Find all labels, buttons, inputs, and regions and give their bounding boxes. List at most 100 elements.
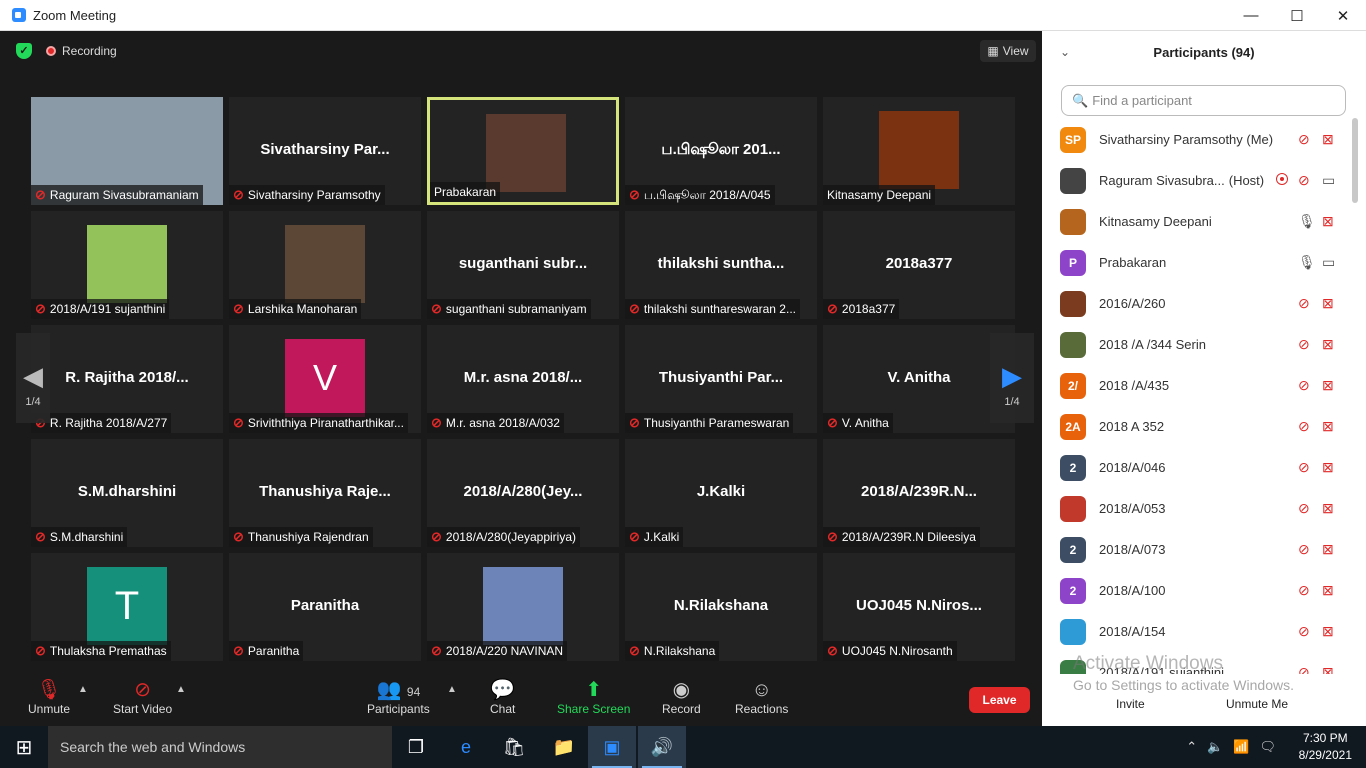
participant-name-label: ⊘ Larshika Manoharan: [229, 299, 362, 319]
video-tile[interactable]: ⊘ 2018/A/191 sujanthini: [31, 211, 223, 319]
store-icon[interactable]: 🛍: [490, 726, 538, 768]
participants-label: Participants: [367, 702, 430, 716]
video-options-caret-icon[interactable]: ▲: [176, 684, 186, 695]
participant-name-label: ⊘R. Rajitha 2018/A/277: [31, 413, 172, 433]
activate-windows-watermark: Activate Windows: [1073, 653, 1223, 674]
mic-muted-icon: ⊘: [1298, 418, 1310, 434]
video-tile[interactable]: R. Rajitha 2018/... ⊘R. Rajitha 2018/A/27…: [31, 325, 223, 433]
video-tile[interactable]: Sivatharsiny Par... ⊘ Sivatharsiny Paramso…: [229, 97, 421, 205]
view-button[interactable]: ▦ View: [980, 40, 1036, 62]
video-tile[interactable]: 2018/A/280(Jey... ⊘ 2018/A/280(Jeyappiriya…: [427, 439, 619, 547]
next-page-button[interactable]: ▶ 1/4: [990, 333, 1034, 423]
invite-button[interactable]: Invite: [1116, 697, 1145, 711]
edge-browser-icon[interactable]: e: [442, 726, 490, 768]
participant-row[interactable]: 2 2018/A/100 ⊘ ⊠: [1042, 570, 1366, 611]
speaker-app-icon[interactable]: 🔊: [638, 726, 686, 768]
video-tile[interactable]: N.Rilakshana ⊘ N.Rilakshana: [625, 553, 817, 661]
participant-row[interactable]: 2 2018/A/046 ⊘ ⊠: [1042, 447, 1366, 488]
unmute-button[interactable]: 🎙 Unmute: [28, 678, 70, 716]
video-tile[interactable]: Paranitha ⊘ Paranitha: [229, 553, 421, 661]
participant-row[interactable]: 2016/A/260 ⊘ ⊠: [1042, 283, 1366, 324]
participant-row[interactable]: 2018/A/053 ⊘ ⊠: [1042, 488, 1366, 529]
mic-muted-icon: ⊘: [1298, 582, 1310, 598]
video-tile[interactable]: Kitnasamy Deepani: [823, 97, 1015, 205]
participant-name-label: ⊘ UOJ045 N.Nirosanth: [823, 641, 957, 661]
audio-options-caret-icon[interactable]: ▲: [78, 684, 88, 695]
participant-row[interactable]: P Prabakaran 🎙 ▭: [1042, 242, 1366, 283]
video-tile[interactable]: Thanushiya Raje... ⊘ Thanushiya Rajendran: [229, 439, 421, 547]
leave-button[interactable]: Leave: [969, 687, 1030, 713]
windows-start-icon[interactable]: ⊞: [0, 726, 48, 768]
reactions-icon: ☺: [751, 679, 772, 701]
mic-muted-icon: ⊘: [1298, 172, 1310, 188]
mic-muted-icon: ⊘: [629, 415, 640, 430]
mic-muted-icon: ⊘: [629, 301, 640, 316]
participant-avatar: 2: [1060, 454, 1086, 481]
notifications-icon[interactable]: 🗨: [1259, 739, 1276, 755]
participant-row[interactable]: Raguram Sivasubra... (Host) ⊘ ▭: [1042, 160, 1366, 201]
participant-row[interactable]: 2018/A/154 ⊘ ⊠: [1042, 611, 1366, 652]
volume-icon[interactable]: 🔈: [1207, 739, 1223, 755]
participant-avatar: V: [285, 339, 365, 417]
find-participant-input[interactable]: 🔍 Find a participant: [1061, 85, 1346, 116]
maximize-button[interactable]: ☐: [1274, 0, 1320, 31]
video-tile[interactable]: J.Kalki ⊘ J.Kalki: [625, 439, 817, 547]
participants-button[interactable]: 👥 94 Participants: [367, 678, 430, 716]
share-screen-button[interactable]: ⬆ Share Screen: [557, 678, 630, 716]
participants-options-caret-icon[interactable]: ▲: [447, 684, 457, 695]
arrow-left-icon: ◀: [23, 361, 43, 391]
video-tile[interactable]: ப.பிஷூலா 201... ⊘ ப.பிஷூலா 2018/A/045: [625, 97, 817, 205]
panel-scrollbar[interactable]: [1352, 118, 1358, 203]
recording-dot-icon: [46, 46, 56, 56]
taskbar-clock[interactable]: 7:30 PM 8/29/2021: [1299, 730, 1352, 764]
minimize-button[interactable]: —: [1228, 0, 1274, 31]
participant-name-label: ⊘ ப.பிஷூலா 2018/A/045: [625, 185, 775, 205]
reactions-button[interactable]: ☺ Reactions: [735, 678, 788, 716]
video-tile[interactable]: thilakshi suntha... ⊘ thilakshi suntharesw…: [625, 211, 817, 319]
task-view-icon[interactable]: ❐: [392, 726, 440, 768]
unmute-me-button[interactable]: Unmute Me: [1226, 697, 1288, 711]
participant-row[interactable]: 2/2018 /A/435 ⊘ ⊠: [1042, 365, 1366, 406]
participant-row[interactable]: 2 2018/A/073 ⊘ ⊠: [1042, 529, 1366, 570]
participant-display-name: M.r. asna 2018/...: [463, 369, 583, 386]
video-tile[interactable]: 2018a377 ⊘ 2018a377: [823, 211, 1015, 319]
video-tile[interactable]: V ⊘ Sriviththiya Piranatharthikar...: [229, 325, 421, 433]
video-tile[interactable]: suganthani subr... ⊘ suganthani subramaniy…: [427, 211, 619, 319]
video-tile[interactable]: S.M.dharshini ⊘ S.M.dharshini: [31, 439, 223, 547]
video-tile[interactable]: Prabakaran: [427, 97, 619, 205]
participant-row[interactable]: 2A 2018 A 352 ⊘ ⊠: [1042, 406, 1366, 447]
participant-name-label: ⊘ suganthani subramaniyam: [427, 299, 591, 319]
previous-page-button[interactable]: ◀ 1/4: [16, 333, 50, 423]
search-placeholder: Find a participant: [1092, 93, 1192, 108]
video-tile[interactable]: UOJ045 N.Niros... ⊘ UOJ045 N.Nirosanth: [823, 553, 1015, 661]
video-tile[interactable]: T ⊘ Thulaksha Premathas: [31, 553, 223, 661]
participant-row[interactable]: 2018 /A /344 Serin ⊘ ⊠: [1042, 324, 1366, 365]
start-video-button[interactable]: ⊘ Start Video: [113, 678, 172, 716]
video-tile[interactable]: 2018/A/239R.N... ⊘ 2018/A/239R.N Dileesiya: [823, 439, 1015, 547]
shield-icon[interactable]: ✓: [16, 43, 32, 59]
file-explorer-icon[interactable]: 📁: [540, 726, 588, 768]
video-tile[interactable]: M.r. asna 2018/... ⊘ M.r. asna 2018/A/032: [427, 325, 619, 433]
video-tile[interactable]: V. Anitha ⊘ V. Anitha: [823, 325, 1015, 433]
video-tile[interactable]: ⊘ 2018/A/220 NAVINAN: [427, 553, 619, 661]
show-hidden-icons-icon[interactable]: ⌃: [1186, 739, 1197, 755]
network-icon[interactable]: 📶: [1233, 739, 1249, 755]
chat-button[interactable]: 💬 Chat: [490, 678, 515, 716]
video-tile[interactable]: ⊘ Raguram Sivasubramaniam: [31, 97, 223, 205]
participant-display-name: 2018a377: [885, 255, 953, 272]
participant-row[interactable]: Kitnasamy Deepani 🎙 ⊠: [1042, 201, 1366, 242]
close-button[interactable]: ✕: [1320, 0, 1366, 31]
participant-name: Sivatharsiny Paramsothy (Me): [1099, 132, 1274, 147]
video-tile[interactable]: Thusiyanthi Par... ⊘ Thusiyanthi Parameswa…: [625, 325, 817, 433]
participant-display-name: J.Kalki: [696, 483, 746, 500]
video-tile[interactable]: ⊘ Larshika Manoharan: [229, 211, 421, 319]
zoom-taskbar-icon[interactable]: ▣: [588, 726, 636, 768]
start-video-label: Start Video: [113, 702, 173, 716]
taskbar-search[interactable]: Search the web and Windows: [48, 726, 392, 768]
participant-name-label: ⊘ M.r. asna 2018/A/032: [427, 413, 564, 433]
recording-indicator[interactable]: Recording: [46, 41, 117, 61]
participant-name-label: ⊘ Sivatharsiny Paramsothy: [229, 185, 385, 205]
participant-row[interactable]: SP Sivatharsiny Paramsothy (Me) ⊘ ⊠: [1042, 119, 1366, 160]
record-button[interactable]: ◉ Record: [662, 678, 701, 716]
participant-avatar: [1060, 208, 1086, 235]
